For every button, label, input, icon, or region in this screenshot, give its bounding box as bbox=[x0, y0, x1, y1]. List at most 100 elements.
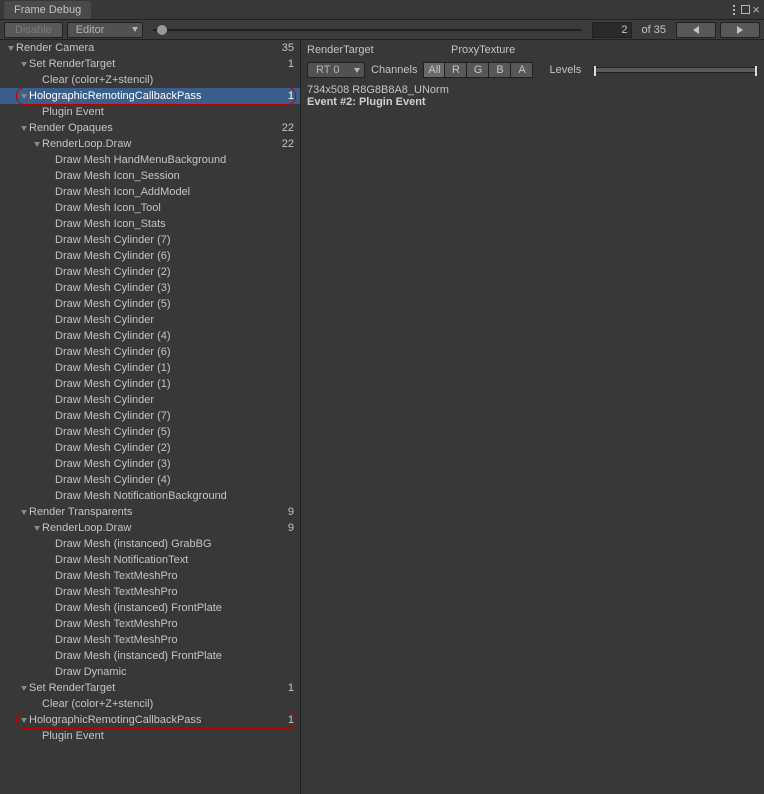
tree-row-label: Draw Mesh NotificationText bbox=[55, 554, 188, 566]
event-index-input[interactable] bbox=[592, 22, 632, 38]
tree-row[interactable]: Draw Mesh Cylinder (1) bbox=[0, 376, 300, 392]
tree-row[interactable]: Draw Mesh TextMeshPro bbox=[0, 616, 300, 632]
tree-row-label: Draw Mesh Cylinder (3) bbox=[55, 458, 171, 470]
tree-row-label: Draw Mesh Cylinder (3) bbox=[55, 282, 171, 294]
tree-row[interactable]: Set RenderTarget1 bbox=[0, 680, 300, 696]
tree-row[interactable]: Draw Mesh Cylinder (5) bbox=[0, 424, 300, 440]
tree-row[interactable]: Draw Mesh Cylinder (3) bbox=[0, 456, 300, 472]
event-slider[interactable] bbox=[153, 22, 582, 38]
tree-row[interactable]: Draw Mesh Cylinder (2) bbox=[0, 264, 300, 280]
tree-row[interactable]: Draw Mesh Cylinder bbox=[0, 392, 300, 408]
tree-row-label: HolographicRemotingCallbackPass bbox=[29, 714, 201, 726]
tree-row[interactable]: Draw Mesh Cylinder (5) bbox=[0, 296, 300, 312]
foldout-icon[interactable] bbox=[19, 718, 29, 723]
channel-r-toggle[interactable]: R bbox=[445, 62, 467, 78]
tree-row[interactable]: Draw Mesh Cylinder (1) bbox=[0, 360, 300, 376]
tree-row[interactable]: HolographicRemotingCallbackPass1 bbox=[0, 712, 300, 728]
foldout-icon[interactable] bbox=[19, 686, 29, 691]
foldout-icon[interactable] bbox=[32, 526, 42, 531]
tree-row-label: Draw Mesh Cylinder (2) bbox=[55, 266, 171, 278]
tree-row[interactable]: RenderLoop.Draw22 bbox=[0, 136, 300, 152]
channels-strip: AllRGBA bbox=[423, 62, 533, 78]
tree-row-label: Draw Mesh Cylinder (5) bbox=[55, 298, 171, 310]
tree-row-label: Draw Mesh (instanced) GrabBG bbox=[55, 538, 212, 550]
tree-row[interactable]: Draw Mesh Cylinder (6) bbox=[0, 248, 300, 264]
levels-slider[interactable] bbox=[593, 67, 758, 73]
rt-dropdown[interactable]: RT 0 bbox=[307, 62, 365, 78]
tree-row[interactable]: Clear (color+Z+stencil) bbox=[0, 696, 300, 712]
tree-row[interactable]: Plugin Event bbox=[0, 728, 300, 744]
tree-row[interactable]: Draw Mesh Cylinder (2) bbox=[0, 440, 300, 456]
close-icon[interactable]: × bbox=[752, 5, 760, 14]
channel-g-toggle[interactable]: G bbox=[467, 62, 489, 78]
toolbar: Disable Editor of 35 bbox=[0, 20, 764, 40]
prev-event-button[interactable] bbox=[676, 22, 716, 38]
tree-row[interactable]: Draw Mesh TextMeshPro bbox=[0, 632, 300, 648]
levels-min-handle[interactable] bbox=[594, 66, 596, 76]
next-event-button[interactable] bbox=[720, 22, 760, 38]
event-tree[interactable]: Render Camera35Set RenderTarget1Clear (c… bbox=[0, 40, 301, 794]
tree-row-label: Draw Mesh Cylinder (7) bbox=[55, 234, 171, 246]
levels-max-handle[interactable] bbox=[755, 66, 757, 76]
tree-row-label: Draw Mesh Cylinder (6) bbox=[55, 346, 171, 358]
triangle-left-icon bbox=[693, 26, 699, 34]
tree-row[interactable]: Draw Mesh Cylinder (7) bbox=[0, 232, 300, 248]
tree-row[interactable]: Draw Mesh Cylinder (7) bbox=[0, 408, 300, 424]
tree-row[interactable]: Draw Mesh (instanced) GrabBG bbox=[0, 536, 300, 552]
foldout-icon[interactable] bbox=[19, 62, 29, 67]
disable-button[interactable]: Disable bbox=[4, 22, 63, 38]
tree-row-label: Set RenderTarget bbox=[29, 58, 115, 70]
source-dropdown[interactable]: Editor bbox=[67, 22, 143, 38]
tree-row[interactable]: Draw Mesh (instanced) FrontPlate bbox=[0, 648, 300, 664]
tree-row-label: Draw Mesh Icon_AddModel bbox=[55, 186, 190, 198]
foldout-icon[interactable] bbox=[19, 94, 29, 99]
tree-row-label: RenderLoop.Draw bbox=[42, 138, 131, 150]
tree-row[interactable]: Set RenderTarget1 bbox=[0, 56, 300, 72]
tree-row[interactable]: Draw Mesh NotificationBackground bbox=[0, 488, 300, 504]
kebab-menu-icon[interactable] bbox=[729, 4, 739, 16]
triangle-right-icon bbox=[737, 26, 743, 34]
channel-all-toggle[interactable]: All bbox=[423, 62, 445, 78]
tree-row[interactable]: RenderLoop.Draw9 bbox=[0, 520, 300, 536]
tree-row[interactable]: Draw Mesh TextMeshPro bbox=[0, 584, 300, 600]
tree-row-label: Clear (color+Z+stencil) bbox=[42, 74, 153, 86]
tree-row[interactable]: Draw Mesh Icon_Stats bbox=[0, 216, 300, 232]
event-title: Event #2: Plugin Event bbox=[307, 96, 758, 108]
tree-row-selected[interactable]: HolographicRemotingCallbackPass1 bbox=[0, 88, 300, 104]
foldout-icon[interactable] bbox=[19, 510, 29, 515]
tree-row[interactable]: Draw Mesh NotificationText bbox=[0, 552, 300, 568]
tree-row[interactable]: Draw Mesh Icon_Session bbox=[0, 168, 300, 184]
tree-row[interactable]: Draw Mesh TextMeshPro bbox=[0, 568, 300, 584]
channel-b-toggle[interactable]: B bbox=[489, 62, 511, 78]
window-title: Frame Debug bbox=[14, 4, 81, 16]
foldout-icon[interactable] bbox=[32, 142, 42, 147]
foldout-icon[interactable] bbox=[19, 126, 29, 131]
tree-row[interactable]: Render Transparents9 bbox=[0, 504, 300, 520]
window-tab[interactable]: Frame Debug bbox=[4, 1, 91, 19]
tree-row[interactable]: Draw Mesh Icon_Tool bbox=[0, 200, 300, 216]
tree-row[interactable]: Draw Mesh Cylinder bbox=[0, 312, 300, 328]
maximize-icon[interactable] bbox=[741, 5, 750, 14]
tree-row-label: Draw Mesh Cylinder bbox=[55, 314, 154, 326]
tree-row[interactable]: Draw Mesh Icon_AddModel bbox=[0, 184, 300, 200]
tree-row[interactable]: Render Camera35 bbox=[0, 40, 300, 56]
tree-row-label: Draw Mesh Cylinder (7) bbox=[55, 410, 171, 422]
tree-row[interactable]: Plugin Event bbox=[0, 104, 300, 120]
tree-row[interactable]: Render Opaques22 bbox=[0, 120, 300, 136]
tree-row[interactable]: Draw Mesh Cylinder (3) bbox=[0, 280, 300, 296]
slider-knob[interactable] bbox=[157, 25, 167, 35]
tree-row[interactable]: Draw Mesh HandMenuBackground bbox=[0, 152, 300, 168]
tree-row[interactable]: Draw Dynamic bbox=[0, 664, 300, 680]
foldout-icon[interactable] bbox=[6, 46, 16, 51]
caret-down-icon bbox=[132, 27, 138, 32]
tree-row[interactable]: Draw Mesh Cylinder (6) bbox=[0, 344, 300, 360]
tree-row[interactable]: Draw Mesh Cylinder (4) bbox=[0, 328, 300, 344]
tree-row-label: HolographicRemotingCallbackPass bbox=[29, 90, 201, 102]
tree-row[interactable]: Clear (color+Z+stencil) bbox=[0, 72, 300, 88]
tree-row[interactable]: Draw Mesh (instanced) FrontPlate bbox=[0, 600, 300, 616]
channel-a-toggle[interactable]: A bbox=[511, 62, 533, 78]
tree-row-count: 9 bbox=[288, 522, 294, 534]
tree-row[interactable]: Draw Mesh Cylinder (4) bbox=[0, 472, 300, 488]
tree-row-label: Draw Mesh TextMeshPro bbox=[55, 586, 178, 598]
tree-row-label: Draw Mesh Icon_Session bbox=[55, 170, 180, 182]
